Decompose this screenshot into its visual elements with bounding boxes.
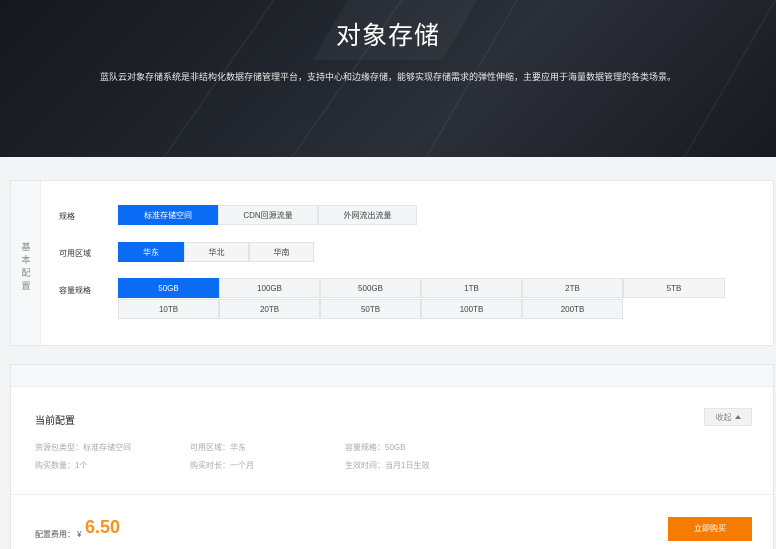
capacity-option[interactable]: 5TB	[623, 278, 725, 298]
capacity-option[interactable]: 1TB	[421, 278, 522, 298]
spec-option-outbound[interactable]: 外网流出流量	[318, 205, 417, 225]
config-item-region: 可用区域：华东	[190, 443, 246, 452]
page-description: 蓝队云对象存储系统是非结构化数据存储管理平台，支持中心和边缘存储，能够实现存储需…	[99, 72, 676, 82]
spec-option-standard[interactable]: 标准存储空间	[118, 205, 218, 225]
spec-label: 规格	[59, 212, 75, 221]
capacity-option[interactable]: 200TB	[522, 299, 623, 319]
basic-config-label: 基本配置	[21, 242, 31, 291]
capacity-option[interactable]: 100TB	[421, 299, 522, 319]
capacity-option[interactable]: 500GB	[320, 278, 421, 298]
region-label: 可用区域	[59, 249, 91, 258]
config-item-type: 资源包类型：标准存储空间	[35, 443, 131, 452]
capacity-label: 容量规格	[59, 286, 91, 295]
basic-config-side: 基本配置	[11, 181, 41, 345]
capacity-option[interactable]: 50GB	[118, 278, 219, 298]
capacity-option[interactable]: 100GB	[219, 278, 320, 298]
config-item-quantity: 购买数量：1个	[35, 461, 88, 470]
spec-option-cdn[interactable]: CDN回源流量	[218, 205, 318, 225]
price-label: 配置费用： ¥	[35, 529, 81, 540]
price-value: 6.50	[85, 517, 121, 537]
capacity-option[interactable]: 50TB	[320, 299, 421, 319]
config-item-effective: 生效时间：当月1日生效	[345, 461, 430, 470]
buy-now-button[interactable]: 立即购买	[668, 517, 752, 541]
chevron-up-icon	[734, 415, 741, 419]
current-config-panel: 当前配置 收起 资源包类型：标准存储空间 可用区域：华东 容量规格：50GB 购…	[10, 364, 774, 549]
capacity-option[interactable]: 2TB	[522, 278, 623, 298]
region-option-east[interactable]: 华东	[118, 242, 184, 262]
divider	[11, 494, 773, 495]
collapse-button[interactable]: 收起	[704, 408, 752, 426]
region-option-south[interactable]: 华南	[249, 242, 314, 262]
page-title: 对象存储	[335, 22, 440, 50]
region-option-north[interactable]: 华北	[184, 242, 249, 262]
currency-symbol: ¥	[77, 530, 82, 539]
current-config-title: 当前配置	[35, 416, 75, 427]
panel-strip	[11, 365, 773, 387]
capacity-option[interactable]: 10TB	[118, 299, 219, 319]
capacity-option[interactable]: 20TB	[219, 299, 320, 319]
hero-banner: 对象存储 蓝队云对象存储系统是非结构化数据存储管理平台，支持中心和边缘存储，能够…	[0, 0, 776, 157]
price-label-text: 配置费用：	[35, 530, 75, 539]
config-item-duration: 购买时长：一个月	[190, 461, 254, 470]
basic-config-panel: 基本配置 规格 标准存储空间 CDN回源流量 外网流出流量 可用区域 华东 华北…	[10, 180, 774, 346]
collapse-label: 收起	[715, 413, 732, 422]
config-item-capacity: 容量规格：50GB	[345, 443, 406, 452]
